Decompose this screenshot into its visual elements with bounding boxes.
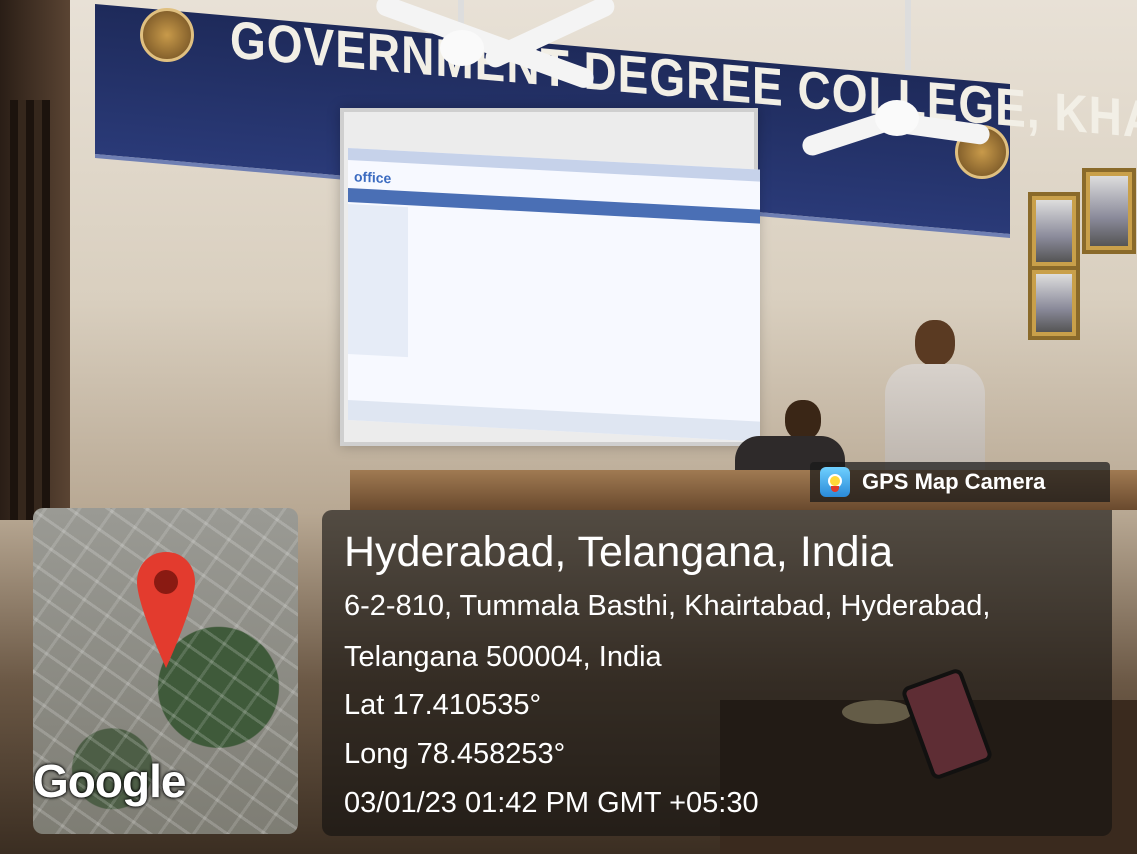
address-line-1: 6-2-810, Tummala Basthi, Khairtabad, Hyd… — [344, 590, 991, 622]
location-title: Hyderabad, Telangana, India — [344, 528, 894, 576]
left-seal-icon — [140, 8, 194, 62]
fan-rod — [905, 0, 911, 70]
timestamp: 03/01/23 01:42 PM GMT +05:30 — [344, 787, 759, 819]
gps-map-camera-tag: GPS Map Camera — [810, 462, 1110, 502]
ceiling-fan-icon — [875, 100, 919, 136]
projected-logo: office — [354, 168, 392, 187]
map-attribution: Google — [33, 755, 186, 807]
address-line-2: Telangana 500004, India — [344, 641, 662, 673]
projected-software: office — [348, 148, 760, 442]
portrait-frame — [1082, 168, 1136, 254]
portrait-frame — [1028, 192, 1080, 270]
map-pin-icon — [137, 552, 195, 668]
satellite-map-thumbnail: Google — [33, 508, 298, 834]
ceiling-fan-icon — [440, 30, 484, 66]
window-curtain — [10, 100, 50, 520]
gps-map-camera-icon — [820, 467, 850, 497]
app-name: GPS Map Camera — [862, 469, 1046, 494]
latitude: Lat 17.410535° — [344, 689, 542, 721]
portrait-frame — [1028, 266, 1080, 340]
longitude: Long 78.458253° — [344, 738, 566, 770]
